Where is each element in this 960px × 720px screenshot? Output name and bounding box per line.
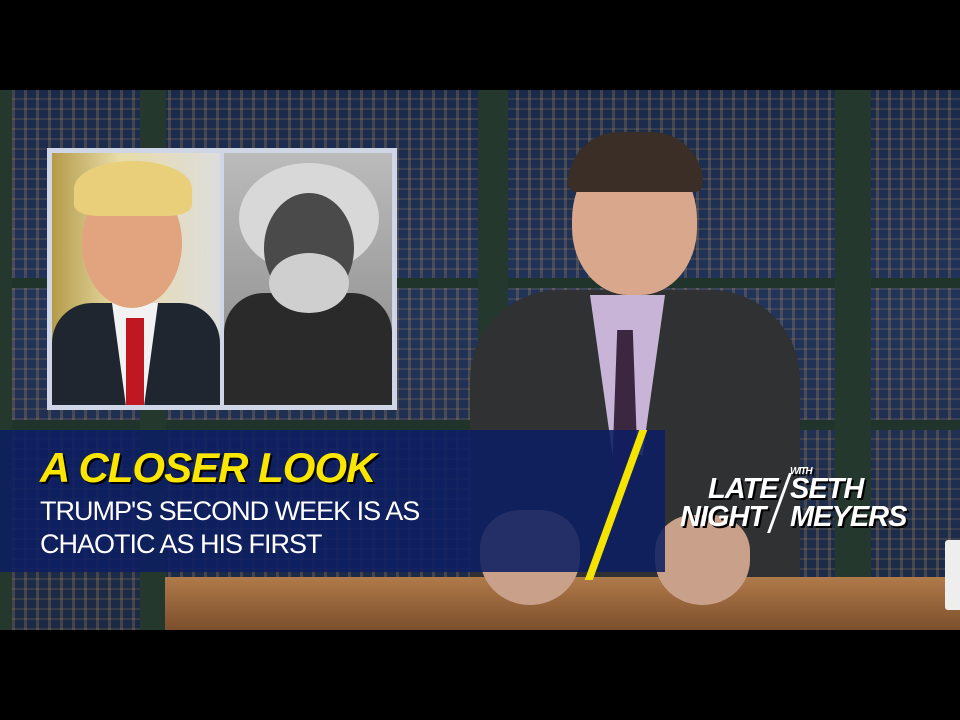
segment-title: A CLOSER LOOK xyxy=(40,444,376,491)
show-set: A CLOSER LOOK TRUMP'S SECOND WEEK IS AS … xyxy=(0,90,960,630)
subtitle-line: CHAOTIC AS HIS FIRST xyxy=(40,529,323,559)
logo-night: NIGHT xyxy=(680,501,766,533)
photo-inset xyxy=(47,148,397,410)
portrait-right xyxy=(224,153,392,405)
logo-seth: SETH xyxy=(790,473,864,505)
show-logo: LATE NIGHT WITH SETH MEYERS xyxy=(680,467,907,533)
portrait-left xyxy=(52,153,220,405)
subtitle-line: TRUMP'S SECOND WEEK IS AS xyxy=(40,496,420,526)
segment-subtitle: TRUMP'S SECOND WEEK IS AS CHAOTIC AS HIS… xyxy=(40,495,420,561)
mug xyxy=(945,540,960,610)
logo-late: LATE xyxy=(708,473,779,505)
logo-meyers: MEYERS xyxy=(790,501,907,533)
window-column xyxy=(835,90,871,630)
